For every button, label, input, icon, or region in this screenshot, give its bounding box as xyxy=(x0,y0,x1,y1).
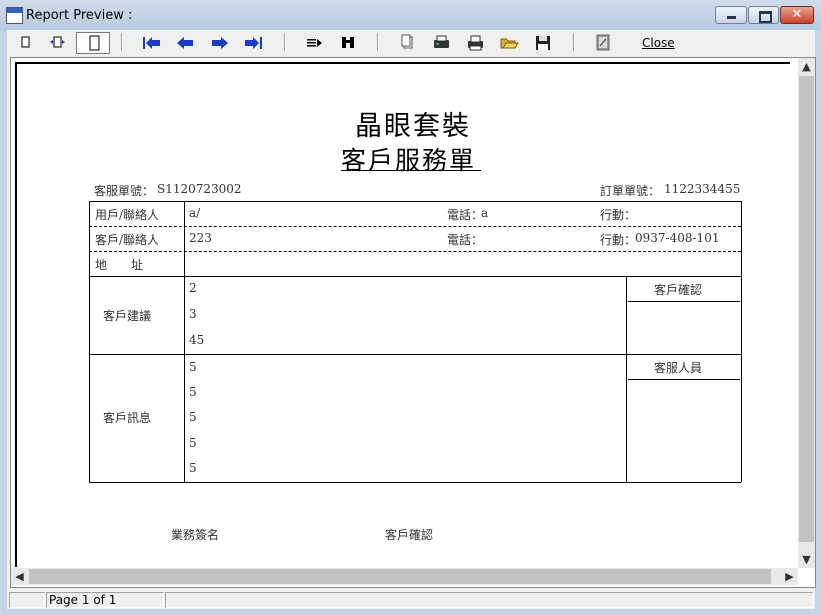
horizontal-scroll-thumb[interactable] xyxy=(29,569,771,584)
customer-signature-label: 客戶確認 xyxy=(385,528,434,542)
maximize-button[interactable] xyxy=(748,6,779,24)
page-indicator: Page 1 of 1 xyxy=(46,592,164,608)
binoculars-icon xyxy=(342,37,354,48)
sales-signature-label: 業務簽名 xyxy=(171,528,220,542)
phone1-label: 電話： xyxy=(447,208,484,222)
open-button[interactable] xyxy=(498,32,522,54)
minimize-icon xyxy=(727,16,736,19)
report-page: 晶眼套裝 客戶服務單 客服單號： S1120723002 訂單單號： 11223… xyxy=(15,62,790,567)
goto-page-button[interactable] xyxy=(303,32,327,54)
first-page-button[interactable] xyxy=(140,32,164,54)
app-icon xyxy=(6,7,23,24)
last-page-button[interactable] xyxy=(242,32,266,54)
save-button[interactable] xyxy=(532,32,556,54)
fit-width-icon xyxy=(50,36,65,48)
report-title: 晶眼套裝 xyxy=(355,111,471,142)
scroll-right-icon[interactable]: ▶ xyxy=(781,568,798,585)
scroll-down-icon[interactable]: ▼ xyxy=(798,551,815,568)
report-subtitle: 客戶服務單 xyxy=(341,146,477,175)
message-line: 5 xyxy=(189,385,197,399)
last-page-icon xyxy=(245,37,262,49)
export-button[interactable] xyxy=(592,32,616,54)
horizontal-scrollbar[interactable]: ◀ ▶ xyxy=(11,568,798,585)
zoom-width-button[interactable] xyxy=(47,32,71,54)
prev-page-button[interactable] xyxy=(174,32,198,54)
order-no-value: 1122334455 xyxy=(664,182,741,196)
message-line: 5 xyxy=(189,461,197,475)
service-no-value: S1120723002 xyxy=(157,182,242,196)
goto-page-icon xyxy=(307,39,322,47)
suggestion-line: 2 xyxy=(189,281,197,295)
user-contact-label: 用戶/聯絡人 xyxy=(95,208,160,222)
copy-page-icon xyxy=(401,34,413,49)
close-preview-link[interactable]: Close xyxy=(642,36,675,50)
floppy-disk-icon xyxy=(536,36,550,50)
scroll-up-icon[interactable]: ▲ xyxy=(798,58,815,75)
close-icon: ✕ xyxy=(791,7,803,22)
first-page-icon xyxy=(143,37,160,49)
message-line: 5 xyxy=(189,436,197,450)
maximize-icon xyxy=(759,11,772,23)
phone2-label: 電話： xyxy=(447,233,484,247)
printer-setup-icon xyxy=(434,35,449,48)
page-icon xyxy=(21,36,30,48)
staff-label: 客服人員 xyxy=(654,361,703,375)
full-page-icon xyxy=(89,35,100,51)
message-line: 5 xyxy=(189,410,197,424)
close-window-button[interactable]: ✕ xyxy=(780,6,814,24)
vertical-scrollbar[interactable]: ▲ ▼ xyxy=(798,58,815,568)
message-line: 5 xyxy=(189,360,197,374)
suggestion-label: 客戶建議 xyxy=(103,309,152,323)
suggestion-line: 45 xyxy=(189,333,205,347)
message-label: 客戶訊息 xyxy=(103,411,152,425)
mobile1-label: 行動： xyxy=(600,208,637,222)
customer-confirm-label: 客戶確認 xyxy=(654,283,703,297)
customer-contact-label: 客戶/聯絡人 xyxy=(95,233,160,247)
zoom-full-button[interactable] xyxy=(76,32,110,54)
phone1-value: a xyxy=(481,206,489,220)
folder-open-icon xyxy=(500,38,519,49)
customer-contact-value: 223 xyxy=(189,231,212,245)
print-setup-button[interactable] xyxy=(430,32,454,54)
address-label: 地 址 xyxy=(95,258,144,272)
mobile2-label: 行動： xyxy=(600,233,637,247)
status-bar: Page 1 of 1 xyxy=(7,591,815,609)
minimize-button[interactable] xyxy=(715,6,747,24)
print-button[interactable] xyxy=(464,32,488,54)
zoom-page-button[interactable] xyxy=(15,32,39,54)
toolbar: Close xyxy=(7,30,815,56)
preview-pane[interactable]: 晶眼套裝 客戶服務單 客服單號： S1120723002 訂單單號： 11223… xyxy=(10,57,816,588)
find-button[interactable] xyxy=(337,32,361,54)
client-area: Close 晶眼套裝 客戶服務單 客服單號： S1120723002 訂單單號：… xyxy=(7,30,816,609)
next-page-button[interactable] xyxy=(208,32,232,54)
order-no-label: 訂單單號： xyxy=(600,184,661,198)
service-no-label: 客服單號： xyxy=(94,184,155,198)
copy-button[interactable] xyxy=(396,32,420,54)
export-icon xyxy=(596,34,610,51)
mobile2-value: 0937-408-101 xyxy=(635,231,720,245)
title-bar: Report Preview : ✕ xyxy=(0,0,821,30)
arrow-left-icon xyxy=(177,37,193,49)
window-title: Report Preview : xyxy=(26,8,133,23)
scroll-left-icon[interactable]: ◀ xyxy=(11,568,28,585)
vertical-scroll-thumb[interactable] xyxy=(799,76,814,542)
printer-icon xyxy=(468,35,483,51)
user-contact-value: a/ xyxy=(189,206,201,220)
arrow-right-icon xyxy=(212,37,228,49)
suggestion-line: 3 xyxy=(189,307,197,321)
